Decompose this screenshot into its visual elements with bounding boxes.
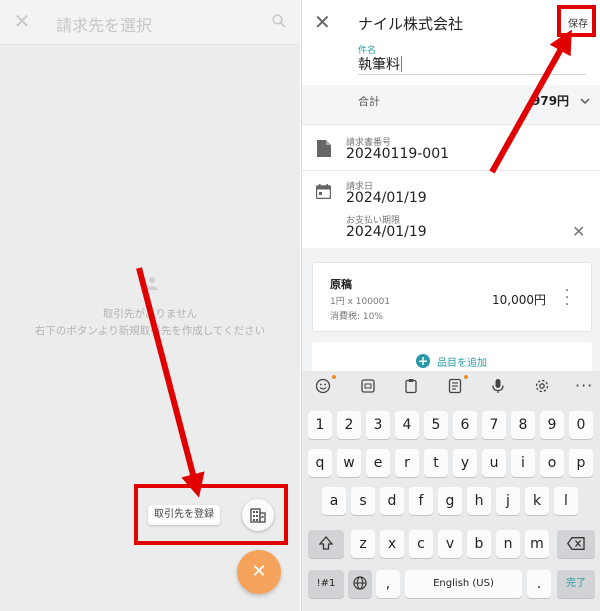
key-z[interactable]: z: [351, 530, 375, 558]
emoji-icon[interactable]: [315, 378, 333, 394]
total-value: 979円: [532, 94, 570, 108]
text-caret: [401, 56, 402, 72]
key-f[interactable]: f: [409, 487, 433, 515]
client-search-input[interactable]: 請求先を選択: [56, 12, 152, 36]
shift-key[interactable]: [308, 530, 344, 558]
key-j[interactable]: j: [496, 487, 520, 515]
symbols-key[interactable]: !#1: [308, 570, 344, 598]
done-key[interactable]: 完了: [557, 570, 595, 598]
language-key[interactable]: [348, 570, 372, 598]
key-m[interactable]: m: [525, 530, 549, 558]
close-icon[interactable]: ✕: [12, 11, 32, 31]
item-name: 原稿: [330, 278, 352, 291]
period-key[interactable]: .: [527, 570, 551, 598]
key-u[interactable]: u: [482, 449, 506, 477]
key-n[interactable]: n: [496, 530, 520, 558]
subject-input[interactable]: 執筆料: [358, 54, 402, 74]
empty-person-icon: [146, 276, 158, 294]
plus-circle-icon[interactable]: +: [416, 354, 430, 368]
soft-keyboard: ··· 1 2 3 4 5 6 7 8 9 0 q w e r t y u i …: [302, 371, 600, 611]
notification-dot: [464, 375, 468, 379]
chevron-down-icon[interactable]: [579, 92, 591, 111]
shift-icon: [318, 536, 334, 550]
key-0[interactable]: 0: [569, 411, 593, 439]
key-i[interactable]: i: [511, 449, 535, 477]
invoice-edit-panel: ✕ ナイル株式会社 保存 件名 執筆料 合計 979円 請求書番号 202401…: [301, 0, 600, 611]
item-quantity: 1円 x 100001: [330, 297, 391, 307]
key-o[interactable]: o: [540, 449, 564, 477]
close-icon[interactable]: ✕: [314, 12, 331, 32]
client-search-bar: ✕ 請求先を選択: [0, 0, 300, 45]
key-8[interactable]: 8: [511, 411, 535, 439]
key-l[interactable]: l: [554, 487, 578, 515]
key-g[interactable]: g: [438, 487, 462, 515]
subject-value: 執筆料: [358, 57, 400, 73]
annotation-box-register: [134, 484, 288, 545]
key-k[interactable]: k: [525, 487, 549, 515]
sticker-icon[interactable]: [360, 378, 378, 394]
key-y[interactable]: y: [453, 449, 477, 477]
key-t[interactable]: t: [424, 449, 448, 477]
key-3[interactable]: 3: [366, 411, 390, 439]
notification-dot: [332, 375, 336, 379]
divider: [302, 170, 600, 171]
close-fab-button[interactable]: ✕: [237, 550, 281, 594]
close-icon: ✕: [251, 561, 267, 582]
annotation-box-save: [557, 5, 596, 37]
key-d[interactable]: d: [380, 487, 404, 515]
key-s[interactable]: s: [351, 487, 375, 515]
backspace-key[interactable]: [557, 530, 595, 558]
key-1[interactable]: 1: [308, 411, 332, 439]
space-key[interactable]: English (US): [405, 570, 522, 598]
text-edit-icon[interactable]: [447, 378, 465, 394]
invoice-date-input[interactable]: 2024/01/19: [346, 190, 427, 206]
key-v[interactable]: v: [438, 530, 462, 558]
key-e[interactable]: e: [366, 449, 390, 477]
key-5[interactable]: 5: [424, 411, 448, 439]
key-h[interactable]: h: [467, 487, 491, 515]
key-7[interactable]: 7: [482, 411, 506, 439]
add-item-label[interactable]: 品目を追加: [437, 354, 487, 369]
empty-hint: 右下のボタンより新規取引先を作成してください: [34, 325, 266, 337]
key-c[interactable]: c: [409, 530, 433, 558]
clipboard-icon[interactable]: [403, 378, 421, 394]
key-4[interactable]: 4: [395, 411, 419, 439]
invoice-number-input[interactable]: 20240119-001: [346, 146, 449, 162]
due-date-input[interactable]: 2024/01/19: [346, 224, 427, 240]
key-r[interactable]: r: [395, 449, 419, 477]
key-a[interactable]: a: [322, 487, 346, 515]
search-icon[interactable]: [272, 13, 286, 32]
key-w[interactable]: w: [337, 449, 361, 477]
microphone-icon[interactable]: [490, 378, 508, 394]
subject-underline: [358, 74, 586, 75]
key-6[interactable]: 6: [453, 411, 477, 439]
more-vertical-icon[interactable]: · · ·: [564, 284, 570, 312]
key-x[interactable]: x: [380, 530, 404, 558]
globe-icon: [353, 576, 367, 590]
more-horizontal-icon[interactable]: ···: [575, 376, 593, 395]
key-b[interactable]: b: [467, 530, 491, 558]
key-9[interactable]: 9: [540, 411, 564, 439]
clear-due-date-icon[interactable]: ✕: [572, 222, 585, 241]
comma-key[interactable]: ,: [376, 570, 400, 598]
document-icon: [317, 140, 331, 161]
calendar-icon: [315, 184, 332, 203]
item-tax: 消費税: 10%: [330, 312, 383, 322]
total-label: 合計: [358, 95, 380, 108]
key-2[interactable]: 2: [337, 411, 361, 439]
item-amount: 10,000円: [492, 293, 546, 307]
client-name-title: ナイル株式会社: [358, 15, 464, 33]
key-q[interactable]: q: [308, 449, 332, 477]
gear-icon[interactable]: [534, 378, 552, 394]
empty-message: 取引先がありません: [102, 308, 198, 320]
key-p[interactable]: p: [569, 449, 593, 477]
backspace-icon: [566, 537, 585, 550]
